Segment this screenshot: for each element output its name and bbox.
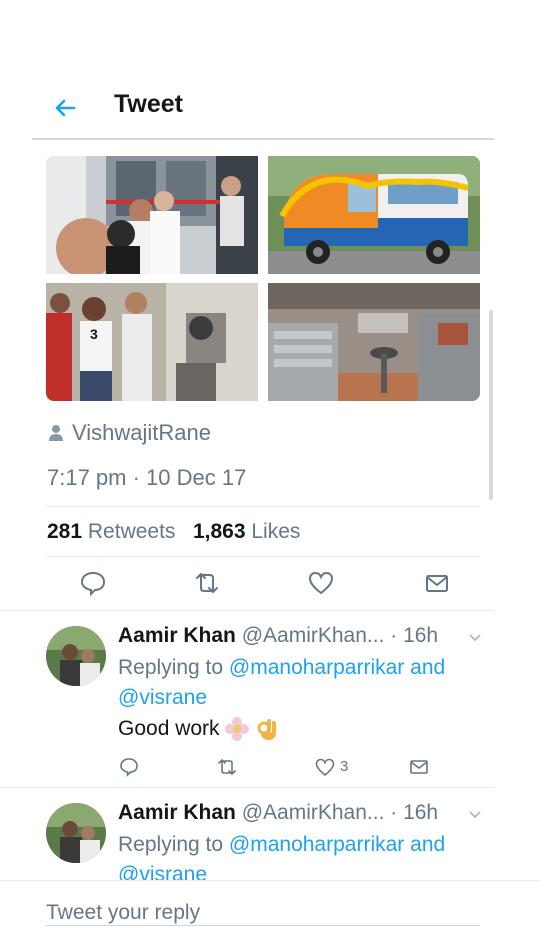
flower-emoji <box>224 717 249 741</box>
ok-hand-emoji <box>257 719 276 741</box>
reply-icon[interactable] <box>78 568 108 598</box>
mention-link[interactable]: @manoharparrikar <box>229 833 404 856</box>
mention-link[interactable]: @visrane <box>118 686 207 709</box>
retweet-icon[interactable] <box>192 568 222 598</box>
author-handle-time: @AamirKhan... · 16h <box>241 624 439 647</box>
reply-text: Good work <box>118 716 280 742</box>
author-handle-time: @AamirKhan... · 16h <box>241 801 439 824</box>
chevron-down-icon[interactable] <box>468 630 482 644</box>
tweet-stats: 281 Retweets 1,863 Likes <box>47 520 300 544</box>
header-divider <box>32 138 494 140</box>
reply-author: Aamir Khan @AamirKhan... · 16h <box>118 801 438 825</box>
likes-stat[interactable]: 1,863 Likes <box>193 520 300 543</box>
replying-to-line-2: @visrane <box>118 686 207 710</box>
avatar[interactable] <box>46 626 106 686</box>
likes-label: Likes <box>251 520 301 543</box>
author-name[interactable]: Aamir Khan <box>118 624 236 647</box>
replying-prefix: Replying to <box>118 656 224 679</box>
photo-ribbon-cutting[interactable] <box>46 156 258 274</box>
heart-icon[interactable] <box>314 756 336 778</box>
avatar[interactable] <box>46 803 106 863</box>
mention-link[interactable]: @manoharparrikar <box>229 656 404 679</box>
divider <box>46 506 480 507</box>
divider <box>0 610 494 611</box>
reply-input[interactable]: Tweet your reply <box>46 901 200 925</box>
tweet-source[interactable]: VishwajitRane <box>48 420 211 446</box>
divider <box>0 787 494 788</box>
direct-message-icon[interactable] <box>408 756 430 778</box>
reply-composer: Tweet your reply <box>0 880 540 930</box>
reply-icon[interactable] <box>118 756 140 778</box>
like-count: 3 <box>340 758 349 775</box>
replying-prefix: Replying to <box>118 833 224 856</box>
likes-count: 1,863 <box>192 520 246 543</box>
reply-actions: 3 <box>118 756 438 780</box>
divider <box>46 556 480 557</box>
photo-decorated-van[interactable] <box>268 156 480 274</box>
top-bar: Tweet <box>0 0 540 140</box>
tweet-photo-grid: 3 <box>46 156 480 401</box>
source-name: VishwajitRane <box>72 420 212 445</box>
replying-to-line: Replying to @manoharparrikar and <box>118 833 445 857</box>
replying-and[interactable]: and <box>410 833 445 856</box>
retweets-label: Retweets <box>87 520 176 543</box>
replying-to-line: Replying to @manoharparrikar and <box>118 656 445 680</box>
arrow-left-icon[interactable] <box>50 93 80 123</box>
author-name[interactable]: Aamir Khan <box>118 801 236 824</box>
svg-text:3: 3 <box>90 326 98 342</box>
direct-message-icon[interactable] <box>422 568 452 598</box>
tweet-actions <box>60 568 460 600</box>
retweets-stat[interactable]: 281 Retweets <box>47 520 175 543</box>
page-title: Tweet <box>114 90 183 118</box>
photo-van-interior[interactable] <box>268 283 480 401</box>
scrollbar[interactable] <box>489 310 493 500</box>
heart-icon[interactable] <box>306 568 336 598</box>
photo-interior-visit[interactable]: 3 <box>46 283 258 401</box>
reply-author: Aamir Khan @AamirKhan... · 16h <box>118 624 438 648</box>
retweets-count: 281 <box>47 520 83 543</box>
reply-body: Good work <box>118 717 220 740</box>
tweet-timestamp: 7:17 pm · 10 Dec 17 <box>47 465 247 490</box>
person-icon <box>49 425 63 441</box>
input-underline <box>46 925 480 926</box>
chevron-down-icon[interactable] <box>468 807 482 821</box>
retweet-icon[interactable] <box>216 756 238 778</box>
replying-and[interactable]: and <box>410 656 445 679</box>
